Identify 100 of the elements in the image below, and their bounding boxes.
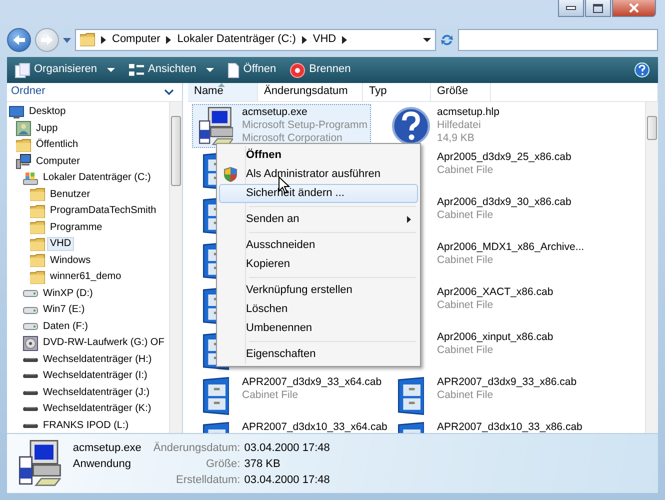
menu-item[interactable]: Sicherheit ändern ... (219, 184, 418, 203)
tree-item[interactable]: Öffentlich (33, 138, 82, 152)
caret-icon (206, 68, 214, 72)
file-tile[interactable]: acmsetup.hlp Hilfedatei 14,9 KB (387, 104, 504, 148)
dropdown-icon[interactable] (423, 38, 431, 42)
tree-item[interactable]: Daten (F:) (40, 320, 92, 334)
scrollbar-thumb[interactable] (171, 116, 181, 186)
property-label: Änderungsdatum: (153, 440, 240, 456)
tree-item[interactable]: WinXP (D:) (40, 286, 96, 301)
submenu-arrow-icon (407, 216, 411, 223)
menu-item[interactable]: Senden an (219, 210, 418, 229)
shield-icon (224, 167, 237, 182)
drive-icon (22, 358, 38, 362)
drive-icon (22, 290, 38, 298)
folder-icon (30, 188, 44, 202)
file-name: APR2007_d3dx9_33_x86.cab (437, 376, 577, 389)
tree-item[interactable]: Computer (33, 154, 83, 169)
maximize-button[interactable] (585, 0, 611, 17)
property-label: Größe: (204, 457, 240, 472)
column-header[interactable]: Name (188, 83, 258, 101)
menu-item[interactable]: Löschen (219, 300, 418, 319)
tree-item[interactable]: FRANKS IPOD (L:) (40, 418, 132, 433)
refresh-icon[interactable] (440, 34, 454, 46)
file-tile[interactable]: APR2007_d3dx9_33_x64.cab Cabinet File (192, 374, 386, 418)
chevron-down-icon[interactable] (164, 88, 174, 96)
menu-item[interactable]: Öffnen (219, 146, 418, 165)
file-type: Cabinet File (437, 164, 494, 177)
back-button[interactable] (7, 28, 31, 52)
menu-item[interactable]: Eigenschaften (219, 345, 418, 364)
pane-title: Ordner (11, 85, 46, 99)
tree-item[interactable]: winner61_demo (47, 270, 124, 284)
file-tile[interactable]: APR2007_d3dx9_33_x86.cab Cabinet File (387, 374, 581, 418)
tree-item[interactable]: VHD (47, 237, 74, 252)
breadcrumb-item[interactable]: Lokaler Datenträger (C:) (177, 33, 296, 47)
tree-item[interactable]: Win7 (E:) (40, 303, 88, 318)
file-detail: 14,9 KB (437, 132, 476, 145)
menu-item[interactable]: Als Administrator ausführen (219, 165, 418, 184)
toolbar-button[interactable]: Brennen (290, 62, 351, 78)
menu-item[interactable]: Verknüpfung erstellen (219, 281, 418, 300)
tree-item[interactable]: Jupp (33, 122, 61, 136)
search-field[interactable] (458, 29, 658, 51)
toolbar-button[interactable]: Ansichten (128, 63, 214, 77)
file-type: Cabinet File (437, 344, 494, 357)
tree-item[interactable]: ProgramDataTechSmith (47, 204, 160, 218)
minimize-icon (566, 6, 576, 10)
file-type: Hilfedatei (437, 119, 482, 132)
chevron-right-icon[interactable] (342, 36, 348, 44)
tree-item[interactable]: Windows (47, 254, 94, 268)
chevron-right-icon[interactable] (101, 36, 106, 44)
drive-icon (22, 323, 38, 330)
file-name: Apr2006_xinput_x86.cab (437, 331, 554, 344)
computer-icon (16, 154, 30, 170)
drive-icon (22, 424, 38, 428)
file-type: Cabinet File (242, 389, 300, 402)
tree-item[interactable]: Benutzer (47, 188, 94, 202)
folder-icon (30, 270, 44, 284)
tree-item[interactable]: Wechseldatenträger (I:) (40, 369, 150, 384)
minimize-button[interactable] (558, 0, 584, 17)
file-name: APR2007_d3dx10_33_x64.cab (242, 421, 388, 433)
property-value: 03.04.2000 17:48 (244, 441, 330, 456)
help-icon[interactable] (634, 62, 650, 78)
folder-icon (30, 238, 44, 251)
drive-icon (22, 407, 38, 412)
tree-item[interactable]: DVD-RW-Laufwerk (G:) OF (40, 336, 168, 350)
drive-icon (22, 390, 38, 395)
right-arrow-icon (40, 34, 54, 46)
burn-disc-icon (290, 62, 306, 78)
scrollbar[interactable] (645, 102, 658, 433)
tree-item[interactable]: Wechseldatenträger (H:) (40, 352, 155, 367)
folder-icon (30, 254, 44, 268)
menu-item[interactable]: Kopieren (219, 255, 418, 274)
tree-item[interactable]: Lokaler Datenträger (C:) (40, 171, 154, 186)
file-name: Apr2005_d3dx9_25_x86.cab (437, 151, 572, 164)
close-button[interactable] (612, 0, 656, 17)
file-name: acmsetup.exe (242, 106, 308, 119)
scrollbar[interactable] (169, 102, 182, 433)
view-list-icon (128, 64, 144, 76)
tree-item[interactable]: Wechseldatenträger (J:) (40, 386, 153, 400)
tree-item[interactable]: Desktop (26, 105, 69, 120)
breadcrumb-item[interactable]: Computer (112, 33, 160, 47)
address-bar[interactable]: Computer Lokaler Datenträger (C:) VHD (75, 29, 436, 51)
tree-item[interactable]: Wechseldatenträger (K:) (40, 402, 154, 416)
tree-item[interactable]: Programme (47, 220, 106, 235)
document-icon (228, 62, 240, 78)
menu-item[interactable]: Ausschneiden (219, 236, 418, 255)
file-type: Cabinet File (437, 209, 494, 222)
sort-arrow-icon (218, 83, 225, 87)
breadcrumb-item[interactable]: VHD (312, 33, 336, 47)
scrollbar-thumb[interactable] (647, 116, 657, 140)
drive-icon (22, 306, 38, 314)
toolbar-button[interactable]: Öffnen (228, 62, 276, 78)
chevron-right-icon[interactable] (166, 36, 172, 44)
chevron-right-icon[interactable] (302, 36, 307, 44)
left-arrow-icon (12, 34, 26, 46)
file-name: acmsetup.exe (72, 441, 142, 456)
file-name: Apr2006_d3dx9_30_x86.cab (437, 196, 572, 209)
file-tile[interactable]: acmsetup.exe Microsoft Setup-Programm Microsoft Corporation (192, 104, 372, 148)
folder-icon (30, 221, 44, 234)
toolbar-button[interactable]: Organisieren (15, 62, 115, 78)
menu-item[interactable]: Umbenennen (219, 319, 418, 338)
